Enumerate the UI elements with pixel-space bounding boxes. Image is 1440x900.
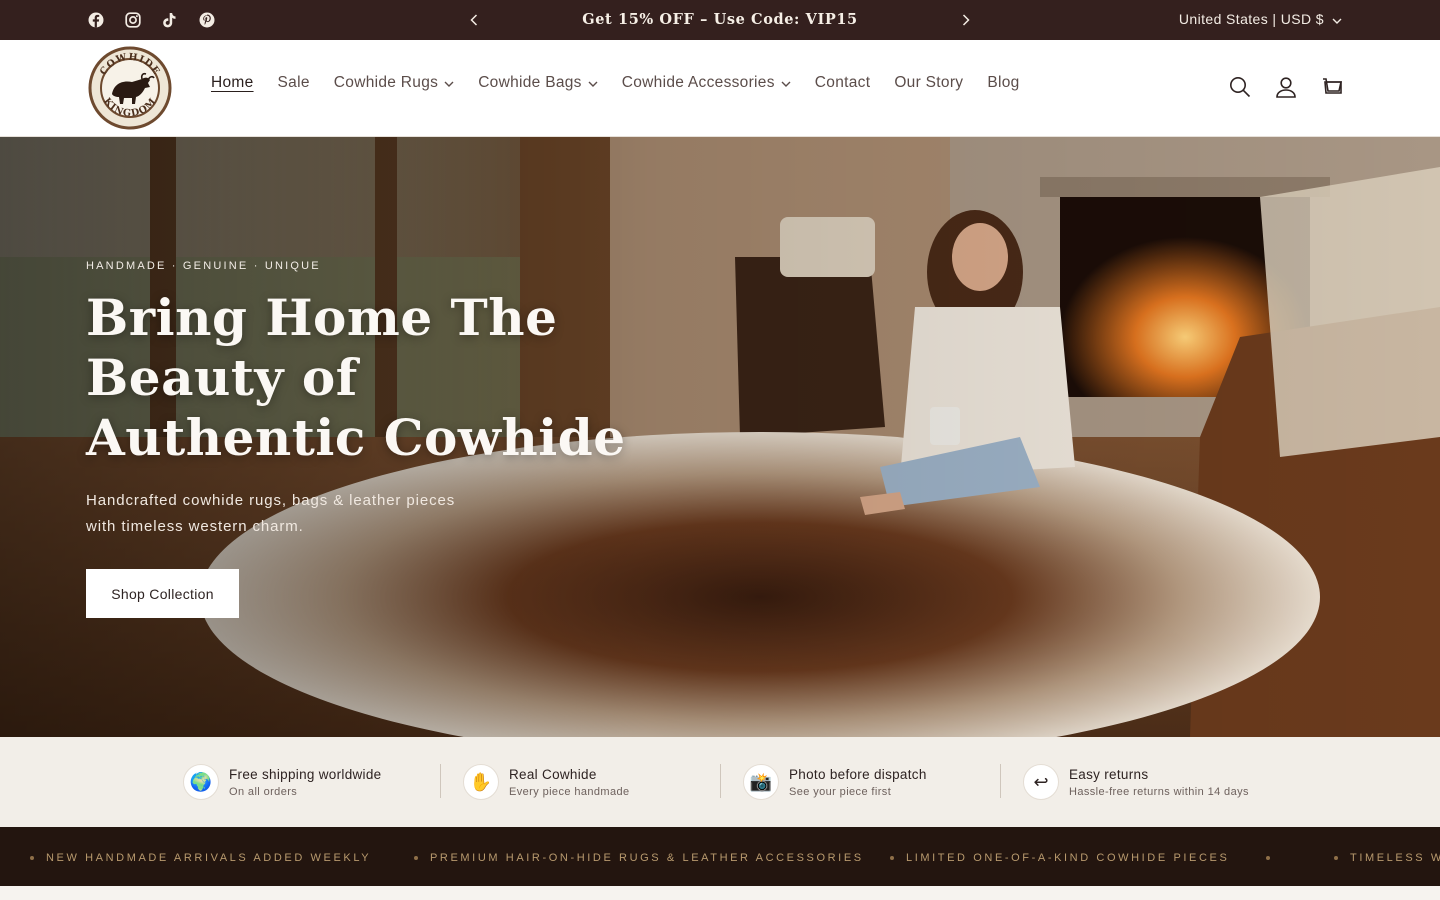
nav-cowhide-rugs-label: Cowhide Rugs — [333, 74, 439, 91]
feature-divider — [1000, 764, 1001, 798]
chevron-down-icon — [781, 74, 791, 92]
cart-icon[interactable] — [1320, 74, 1344, 100]
nav-home[interactable]: Home — [199, 74, 266, 92]
nav-contact-label: Contact — [814, 74, 871, 91]
shop-collection-button[interactable]: Shop Collection — [86, 569, 239, 618]
chevron-down-icon — [588, 74, 598, 92]
facebook-icon[interactable] — [86, 10, 105, 29]
marquee-banner: NEW HANDMADE ARRIVALS ADDED WEEKLY PREMI… — [0, 827, 1440, 886]
feature-title: Photo before dispatch — [789, 766, 927, 782]
marquee-dot — [30, 856, 34, 860]
nav-our-story[interactable]: Our Story — [882, 74, 975, 92]
nav-contact[interactable]: Contact — [803, 74, 883, 92]
marquee-dot — [890, 856, 894, 860]
locale-label: United States | USD $ — [1178, 11, 1324, 27]
feature-easy-returns: ↩ Easy returns Hassle-free returns withi… — [1023, 762, 1249, 802]
country-currency-selector[interactable]: United States | USD $ — [1179, 11, 1342, 27]
main-navigation: Home Sale Cowhide Rugs Cowhide Bags Cowh… — [199, 74, 1032, 92]
marquee-item: TIMELESS WE — [1350, 852, 1440, 864]
site-header: COWHIDE KINGDOM Home Sale Cowhide Rugs C… — [0, 40, 1440, 137]
nav-cowhide-accessories[interactable]: Cowhide Accessories — [610, 74, 803, 92]
nav-blog-label: Blog — [987, 74, 1020, 91]
hero-banner: HANDMADE · GENUINE · UNIQUE Bring Home T… — [0, 137, 1440, 737]
announcement-prev-button[interactable] — [464, 10, 484, 30]
nav-cowhide-bags-label: Cowhide Bags — [478, 74, 582, 91]
nav-blog[interactable]: Blog — [975, 74, 1031, 92]
marquee-item: LIMITED ONE-OF-A-KIND COWHIDE PIECES — [906, 852, 1230, 864]
marquee-item: PREMIUM HAIR-ON-HIDE RUGS & LEATHER ACCE… — [430, 852, 864, 864]
nav-our-story-label: Our Story — [894, 74, 964, 91]
marquee-dot — [1266, 856, 1270, 860]
features-strip: 🌍 Free shipping worldwide On all orders … — [0, 737, 1440, 827]
hand-icon: ✋ — [463, 764, 499, 800]
instagram-icon[interactable] — [123, 10, 142, 29]
logo[interactable]: COWHIDE KINGDOM — [88, 46, 172, 130]
page-continuation — [0, 886, 1440, 900]
globe-icon: 🌍 — [183, 764, 219, 800]
marquee-item: NEW HANDMADE ARRIVALS ADDED WEEKLY — [46, 852, 372, 864]
feature-title: Free shipping worldwide — [229, 766, 382, 782]
feature-subtitle: Every piece handmade — [509, 785, 630, 798]
nav-sale[interactable]: Sale — [266, 74, 322, 92]
feature-divider — [440, 764, 441, 798]
announcement-bar: Get 15% OFF – Use Code: VIP15 United Sta… — [0, 0, 1440, 40]
camera-icon: 📸 — [743, 764, 779, 800]
hero-subtext: Handcrafted cowhide rugs, bags & leather… — [86, 492, 456, 535]
nav-cowhide-accessories-label: Cowhide Accessories — [621, 74, 775, 91]
search-icon[interactable] — [1228, 74, 1252, 100]
feature-title: Real Cowhide — [509, 766, 597, 782]
hero-eyebrow: HANDMADE · GENUINE · UNIQUE — [86, 260, 321, 272]
nav-cowhide-bags[interactable]: Cowhide Bags — [466, 74, 610, 92]
nav-cowhide-rugs[interactable]: Cowhide Rugs — [322, 74, 466, 92]
announcement-text: Get 15% OFF – Use Code: VIP15 — [582, 11, 858, 28]
hero-headline: Bring Home The Beauty of Authentic Cowhi… — [86, 288, 626, 467]
feature-subtitle: Hassle-free returns within 14 days — [1069, 785, 1249, 798]
return-icon: ↩ — [1023, 764, 1059, 800]
hero-content: HANDMADE · GENUINE · UNIQUE Bring Home T… — [86, 260, 646, 618]
feature-title: Easy returns — [1069, 766, 1149, 782]
marquee-dot — [414, 856, 418, 860]
feature-real-cowhide: ✋ Real Cowhide Every piece handmade — [463, 762, 630, 802]
announcement-next-button[interactable] — [956, 10, 976, 30]
feature-subtitle: See your piece first — [789, 785, 892, 798]
social-links — [86, 10, 216, 29]
chevron-down-icon — [444, 74, 454, 92]
chevron-down-icon — [1332, 11, 1342, 27]
nav-sale-label: Sale — [277, 74, 310, 91]
feature-divider — [720, 764, 721, 798]
marquee-dot — [1334, 856, 1338, 860]
feature-subtitle: On all orders — [229, 785, 298, 798]
header-actions — [1228, 74, 1344, 100]
feature-free-shipping: 🌍 Free shipping worldwide On all orders — [183, 762, 381, 802]
tiktok-icon[interactable] — [160, 10, 179, 29]
account-icon[interactable] — [1274, 74, 1298, 100]
nav-home-label: Home — [211, 74, 254, 91]
pinterest-icon[interactable] — [197, 10, 216, 29]
feature-photo-dispatch: 📸 Photo before dispatch See your piece f… — [743, 762, 927, 802]
